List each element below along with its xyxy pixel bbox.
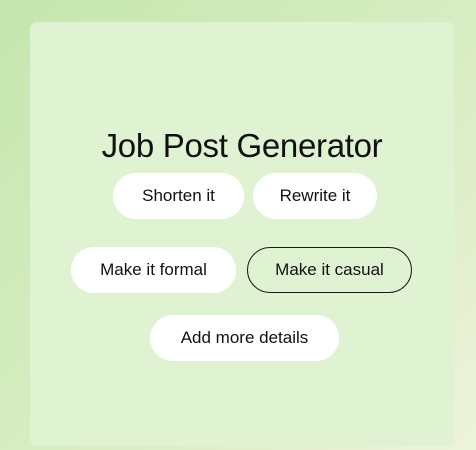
generator-card: Job Post Generator Shorten it Rewrite it… bbox=[30, 22, 454, 446]
make-it-formal-button[interactable]: Make it formal bbox=[71, 247, 236, 293]
rewrite-it-button[interactable]: Rewrite it bbox=[253, 173, 377, 219]
add-more-details-button[interactable]: Add more details bbox=[150, 315, 339, 361]
page-background: Job Post Generator Shorten it Rewrite it… bbox=[0, 0, 476, 450]
shorten-it-button[interactable]: Shorten it bbox=[113, 173, 244, 219]
generator-title: Job Post Generator bbox=[101, 127, 383, 164]
make-it-casual-button[interactable]: Make it casual bbox=[247, 247, 412, 293]
